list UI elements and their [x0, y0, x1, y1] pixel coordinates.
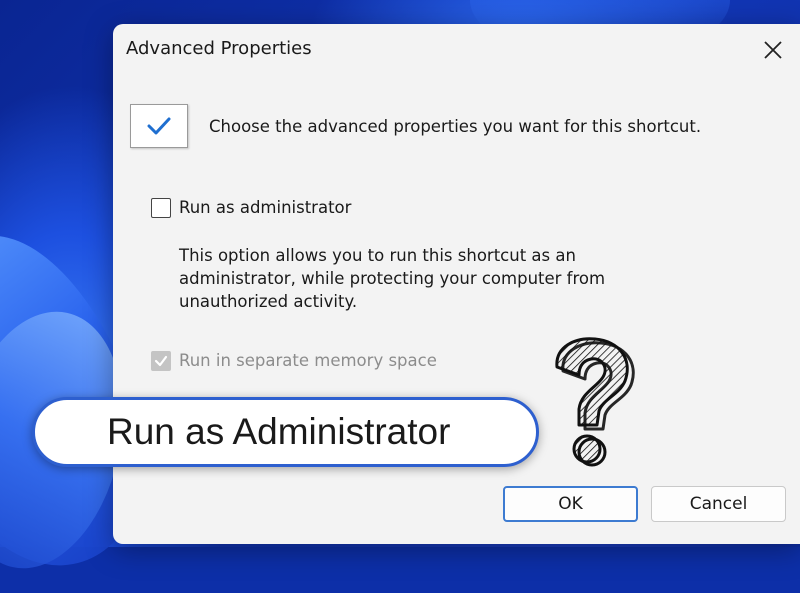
description-line: This option allows you to run this short…: [179, 246, 576, 265]
cancel-button[interactable]: Cancel: [651, 486, 786, 522]
dialog-title: Advanced Properties: [126, 38, 312, 59]
checkmark-icon: [154, 355, 168, 367]
description-line: unauthorized activity.: [179, 292, 358, 311]
instructions-text: Choose the advanced properties you want …: [209, 117, 702, 136]
close-button[interactable]: [756, 34, 790, 66]
ok-button[interactable]: OK: [503, 486, 638, 522]
run-as-administrator-banner: Run as Administrator: [32, 397, 539, 467]
option-description: This option allows you to run this short…: [179, 244, 649, 313]
description-line: administrator, while protecting your com…: [179, 269, 606, 288]
separate-memory-label: Run in separate memory space: [179, 351, 437, 370]
question-mark-icon: [555, 337, 635, 467]
close-icon: [764, 41, 782, 59]
checkmark-icon: [130, 104, 188, 148]
run-as-administrator-checkbox[interactable]: [151, 198, 171, 218]
separate-memory-checkbox: [151, 351, 171, 371]
banner-caption: Run as Administrator: [107, 411, 451, 452]
run-as-administrator-label[interactable]: Run as administrator: [179, 198, 351, 217]
